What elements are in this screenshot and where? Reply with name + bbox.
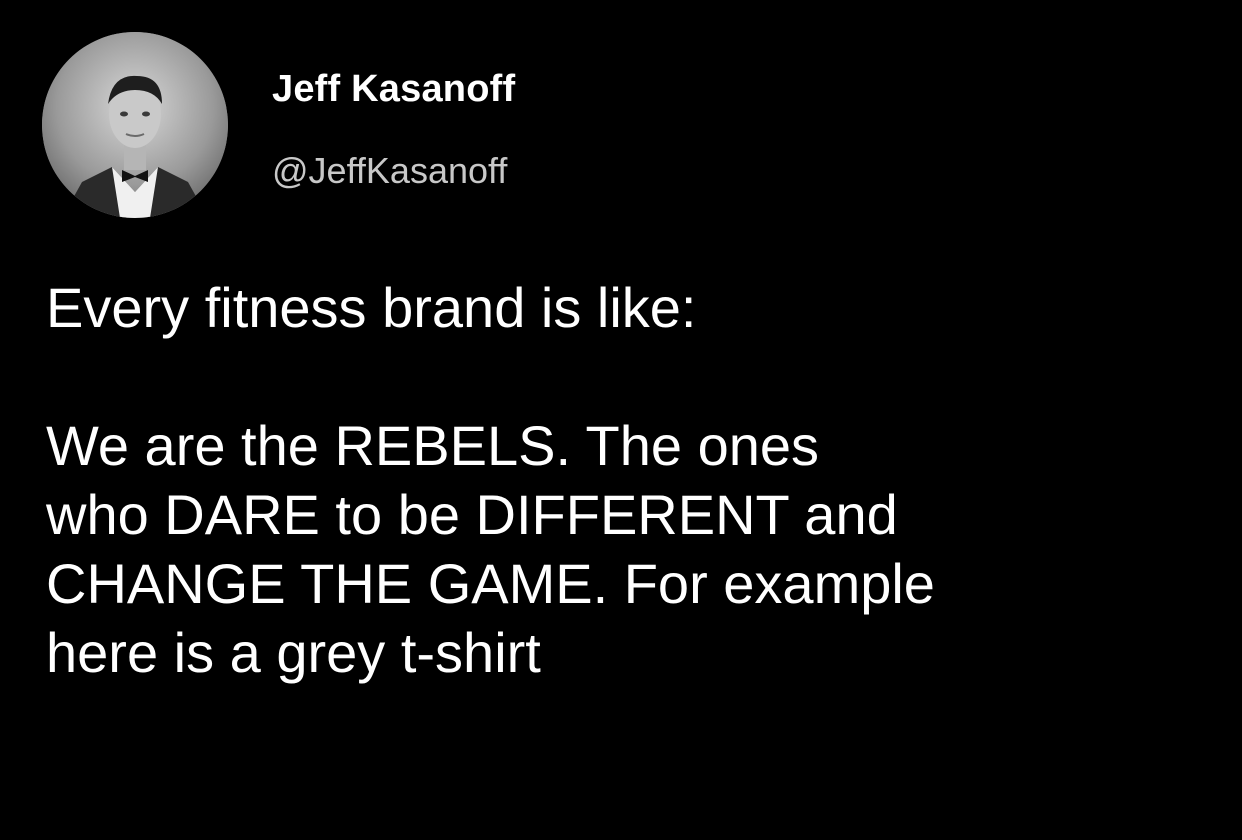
author-display-name[interactable]: Jeff Kasanoff [272,68,515,111]
avatar[interactable] [42,32,228,218]
tweet-text-line-1: Every fitness brand is like: [46,276,697,339]
tweet-header: Jeff Kasanoff @JeffKasanoff [42,32,942,222]
tweet-text-line-2: We are the REBELS. The ones [46,414,820,477]
tweet-text-line-5: here is a grey t-shirt [46,621,541,684]
tweet-text-line-3: who DARE to be DIFFERENT and [46,483,898,546]
tweet-text-line-4: CHANGE THE GAME. For example [46,552,935,615]
author-handle[interactable]: @JeffKasanoff [272,150,507,192]
avatar-photo-icon [42,32,228,218]
tweet-text: Every fitness brand is like: We are the … [46,273,1216,687]
tweet: Jeff Kasanoff @JeffKasanoff Every fitnes… [0,0,1242,840]
